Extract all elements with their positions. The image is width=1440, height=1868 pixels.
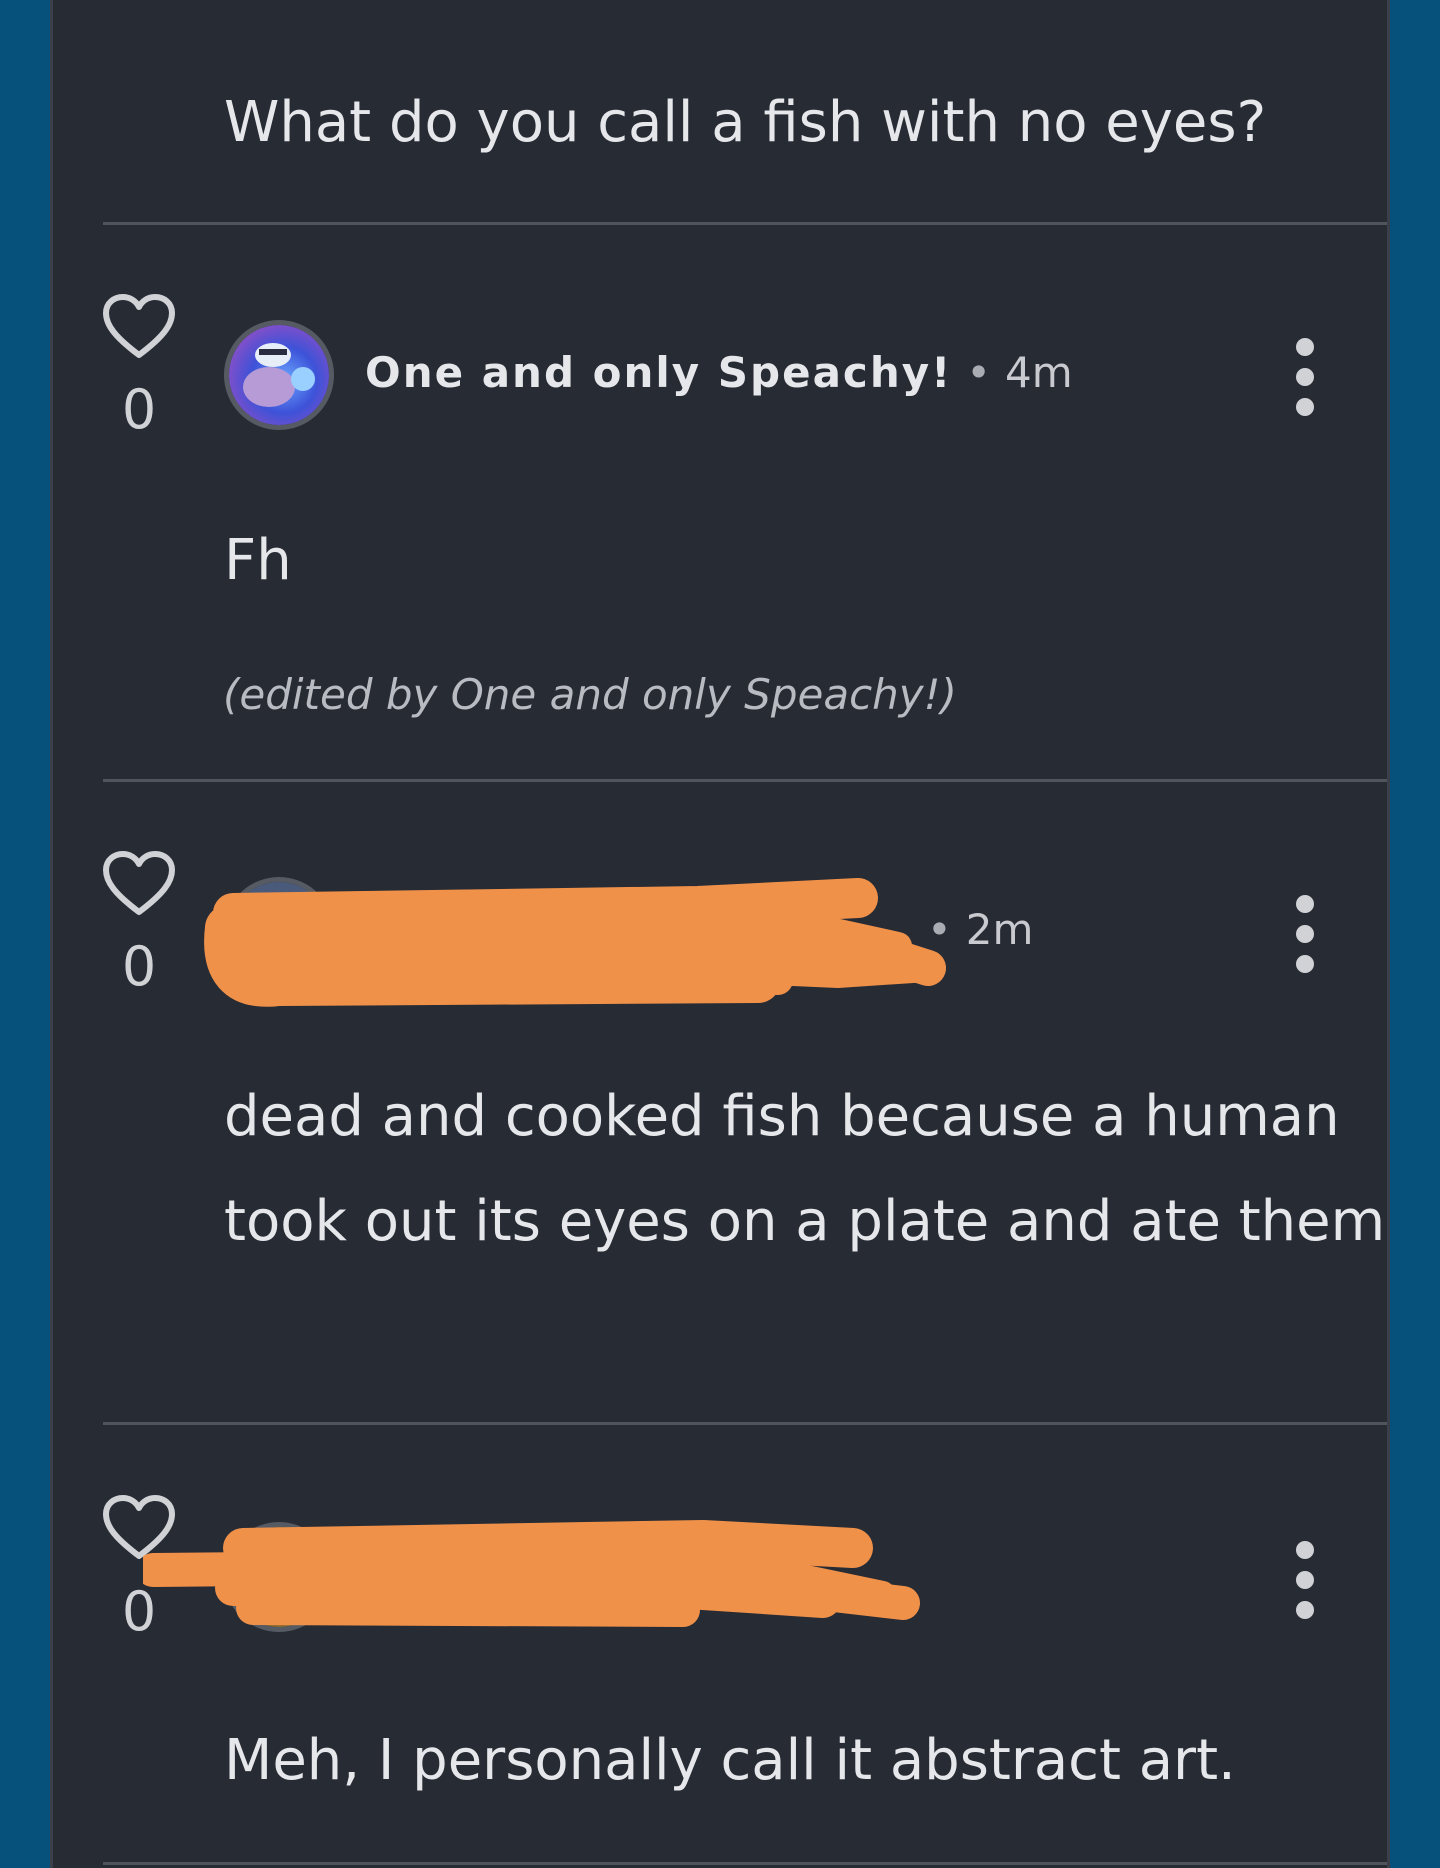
topic-question: What do you call a fish with no eyes? xyxy=(224,90,1267,155)
timestamp: 4m xyxy=(1005,348,1073,397)
divider xyxy=(103,1422,1387,1425)
comment-body: Fh xyxy=(224,528,292,593)
separator-dot: • xyxy=(966,348,992,397)
like-count: 0 xyxy=(121,935,157,998)
heart-icon[interactable] xyxy=(101,293,177,361)
like-count: 0 xyxy=(121,378,157,441)
author-line: One and only Speachy! • 4m xyxy=(365,348,1073,398)
timestamp: 2m xyxy=(965,905,1034,954)
heart-icon[interactable] xyxy=(101,1494,177,1562)
avatar[interactable] xyxy=(224,877,334,987)
author-name[interactable]: One and only Speachy! xyxy=(365,348,952,397)
more-vertical-icon[interactable] xyxy=(1289,894,1321,974)
avatar[interactable] xyxy=(224,320,334,430)
more-vertical-icon[interactable] xyxy=(1289,1540,1321,1620)
heart-icon[interactable] xyxy=(101,850,177,918)
edited-note: (edited by One and only Speachy!) xyxy=(223,670,957,719)
divider xyxy=(103,779,1387,782)
more-vertical-icon[interactable] xyxy=(1289,337,1321,417)
author-line: • 2m xyxy=(913,905,1033,955)
avatar[interactable] xyxy=(224,1522,334,1632)
divider xyxy=(103,1862,1387,1865)
divider xyxy=(103,222,1387,225)
like-count: 0 xyxy=(121,1580,157,1643)
comment-panel: What do you call a fish with no eyes? 0 xyxy=(50,0,1390,1868)
comment-body: dead and cooked fish because a human too… xyxy=(224,1084,1386,1254)
separator-dot: • xyxy=(927,905,952,954)
comment-body: Meh, I personally call it abstract art. xyxy=(224,1728,1236,1793)
